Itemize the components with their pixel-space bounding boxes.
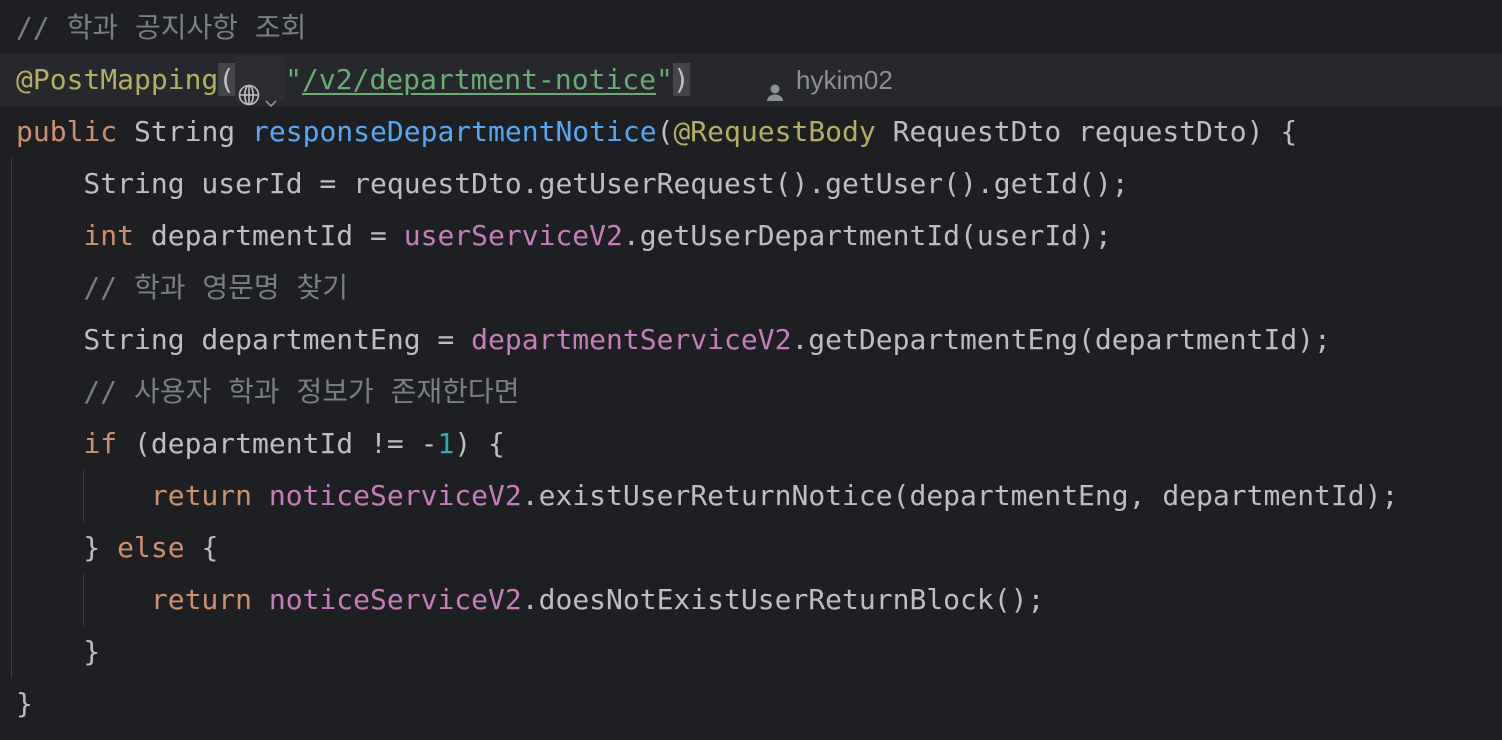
code-token: (departmentId != -	[117, 427, 438, 460]
code-token: // 사용자 학과 정보가 존재한다면	[16, 375, 520, 408]
code-token: String	[117, 115, 253, 148]
endpoint-url-string[interactable]: "/v2/department-notice"	[285, 63, 673, 96]
code-token: .doesNotExistUserReturnBlock();	[521, 583, 1045, 616]
code-token: }	[16, 687, 33, 720]
endpoint-url-widget[interactable]	[235, 57, 286, 108]
code-line[interactable]: } else {	[0, 522, 1502, 574]
code-token: responseDepartmentNotice	[252, 115, 657, 148]
close-paren: )	[672, 63, 690, 96]
code-line[interactable]: if (departmentId != -1) {	[0, 418, 1502, 470]
code-token: ) {	[454, 427, 505, 460]
code-line[interactable]: String departmentEng = departmentService…	[0, 314, 1502, 366]
code-line[interactable]: public String responseDepartmentNotice(@…	[0, 106, 1502, 158]
code-token: else	[117, 531, 185, 564]
author-name: hykim02	[796, 65, 893, 95]
code-token: .existUserReturnNotice(departmentEng, de…	[521, 479, 1399, 512]
code-line[interactable]: return noticeServiceV2.doesNotExistUserR…	[0, 574, 1502, 626]
code-line[interactable]: String userId = requestDto.getUserReques…	[0, 158, 1502, 210]
code-token: String userId = requestDto.getUserReques…	[16, 167, 1129, 200]
code-line[interactable]: return noticeServiceV2.existUserReturnNo…	[0, 470, 1502, 522]
code-token: .getUserDepartmentId(userId);	[622, 219, 1112, 252]
code-line[interactable]: // 학과 영문명 찾기	[0, 262, 1502, 314]
chevron-down-icon[interactable]	[263, 76, 279, 108]
code-token: return	[150, 583, 253, 616]
code-line[interactable]: int departmentId = userServiceV2.getUser…	[0, 210, 1502, 262]
code-line[interactable]: // 학과 공지사항 조회	[0, 2, 1502, 54]
indent-guide	[83, 470, 84, 522]
code-token: if	[83, 427, 118, 460]
code-token: // 학과 공지사항 조회	[16, 11, 307, 44]
code-token: noticeServiceV2	[268, 479, 522, 512]
code-token: @RequestBody	[673, 115, 876, 148]
code-line[interactable]: }	[0, 626, 1502, 678]
code-token: departmentServiceV2	[471, 323, 792, 356]
indent-guide	[11, 158, 12, 678]
code-token: noticeServiceV2	[268, 583, 522, 616]
code-editor[interactable]: // 학과 공지사항 조회 @PostMapping("/v2/departmen…	[0, 0, 1502, 740]
endpoint-url-link[interactable]: /v2/department-notice	[302, 63, 656, 96]
globe-icon[interactable]	[237, 72, 261, 106]
code-token: userServiceV2	[403, 219, 623, 252]
code-token: RequestDto requestDto) {	[875, 115, 1298, 148]
code-token: departmentId =	[134, 219, 404, 252]
code-token: int	[83, 219, 135, 252]
code-line[interactable]: }	[0, 678, 1502, 730]
code-token: }	[16, 531, 118, 564]
code-token: {	[184, 531, 219, 564]
code-token: public	[16, 115, 118, 148]
code-token: (	[656, 115, 674, 148]
indent-guide	[83, 574, 84, 626]
code-token: .getDepartmentEng(departmentId);	[791, 323, 1331, 356]
code-line[interactable]: // 사용자 학과 정보가 존재한다면	[0, 366, 1502, 418]
code-token: return	[150, 479, 253, 512]
code-token: 1	[437, 427, 455, 460]
user-icon	[764, 69, 786, 102]
code-token: // 학과 영문명 찾기	[16, 271, 349, 304]
author-inlay-hint[interactable]: hykim02	[764, 54, 893, 106]
open-paren: (	[218, 63, 236, 96]
code-line[interactable]: @PostMapping( "/v2/department-notice") hyk…	[0, 54, 1502, 108]
code-token: }	[16, 635, 101, 668]
code-token: String departmentEng =	[16, 323, 472, 356]
code-token: @PostMapping	[16, 63, 219, 96]
